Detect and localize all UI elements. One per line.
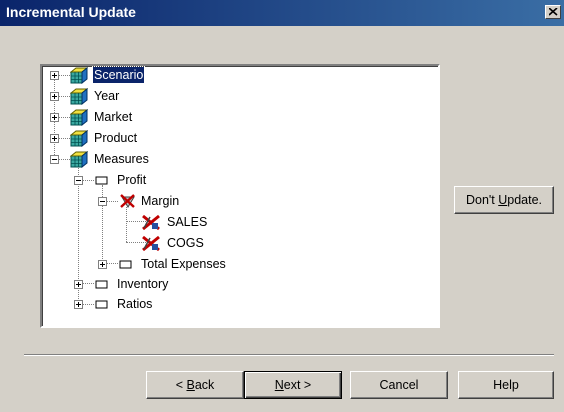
button-label-part: Don't [465, 193, 499, 207]
button-hotkey: U [498, 193, 508, 207]
tree-item-label: Scenario [91, 66, 146, 84]
tree-item-label: Market [94, 110, 133, 124]
cube-dimension-icon [70, 151, 88, 168]
collapse-toggle[interactable] [50, 155, 59, 164]
tree-item-year[interactable]: Year [43, 88, 423, 108]
tree-item-label: Profit [117, 173, 147, 187]
expand-toggle[interactable] [74, 280, 83, 289]
tree-item-ratios[interactable]: Ratios [43, 296, 423, 316]
tree-item-label: Inventory [117, 277, 169, 291]
member-box-icon [95, 176, 108, 185]
cube-dimension-icon [70, 67, 88, 84]
outline-tree[interactable]: Scenario Year Market Product Measures Pr… [40, 64, 440, 328]
outline-tree-inner: Scenario Year Market Product Measures Pr… [42, 66, 438, 326]
tree-item-label: Measures [94, 152, 149, 166]
window-title: Incremental Update [6, 4, 136, 20]
tree-item-product[interactable]: Product [43, 130, 423, 150]
button-label-part: ext > [283, 378, 312, 392]
incremental-update-dialog: Incremental Update Scenario Year Market … [0, 0, 564, 412]
member-box-icon [119, 260, 132, 269]
help-button[interactable]: Help [458, 371, 554, 399]
expand-toggle[interactable] [50, 113, 59, 122]
tree-item-label: SALES [167, 215, 208, 229]
expand-toggle[interactable] [98, 260, 107, 269]
expand-toggle[interactable] [50, 134, 59, 143]
tree-item-label: COGS [167, 236, 204, 250]
tree-item-label: Product [94, 131, 138, 145]
tree-item-label: Total Expenses [141, 257, 226, 271]
expand-toggle[interactable] [74, 300, 83, 309]
tree-item-measures[interactable]: Measures [43, 151, 423, 171]
tree-item-total-expenses[interactable]: Total Expenses [43, 256, 423, 276]
tree-item-margin[interactable]: Margin [43, 193, 423, 213]
dont-update-button[interactable]: Don't Update. [454, 186, 554, 214]
next-button[interactable]: Next > [244, 371, 342, 399]
separator [24, 354, 554, 356]
expand-toggle[interactable] [50, 92, 59, 101]
cube-dimension-icon [70, 130, 88, 147]
collapse-toggle[interactable] [98, 197, 107, 206]
member-box-icon [95, 300, 108, 309]
cube-dimension-icon [70, 109, 88, 126]
button-label-part: ack [194, 378, 215, 392]
excluded-member-icon [120, 194, 135, 208]
tree-item-label: Ratios [117, 297, 153, 311]
tree-item-label: Year [94, 89, 120, 103]
button-label-part: pdate. [507, 193, 543, 207]
tree-item-inventory[interactable]: Inventory [43, 276, 423, 296]
back-button[interactable]: < Back [146, 371, 244, 399]
member-box-icon [95, 280, 108, 289]
button-hotkey: B [186, 378, 195, 392]
tree-item-cogs[interactable]: COGS [43, 235, 423, 255]
tree-item-market[interactable]: Market [43, 109, 423, 129]
close-button[interactable] [545, 5, 561, 19]
tree-item-scenario[interactable]: Scenario [43, 66, 423, 87]
tree-item-label: Margin [141, 194, 180, 208]
excluded-member-icon [142, 214, 160, 231]
close-icon [549, 8, 558, 16]
tree-item-profit[interactable]: Profit [43, 172, 423, 192]
excluded-member-icon [142, 235, 160, 252]
cube-dimension-icon [70, 88, 88, 105]
tree-item-sales[interactable]: SALES [43, 214, 423, 234]
collapse-toggle[interactable] [74, 176, 83, 185]
cancel-button[interactable]: Cancel [350, 371, 448, 399]
button-label-part: < [175, 378, 187, 392]
button-hotkey: N [274, 378, 284, 392]
title-bar[interactable]: Incremental Update [0, 0, 564, 26]
expand-toggle[interactable] [50, 71, 59, 80]
